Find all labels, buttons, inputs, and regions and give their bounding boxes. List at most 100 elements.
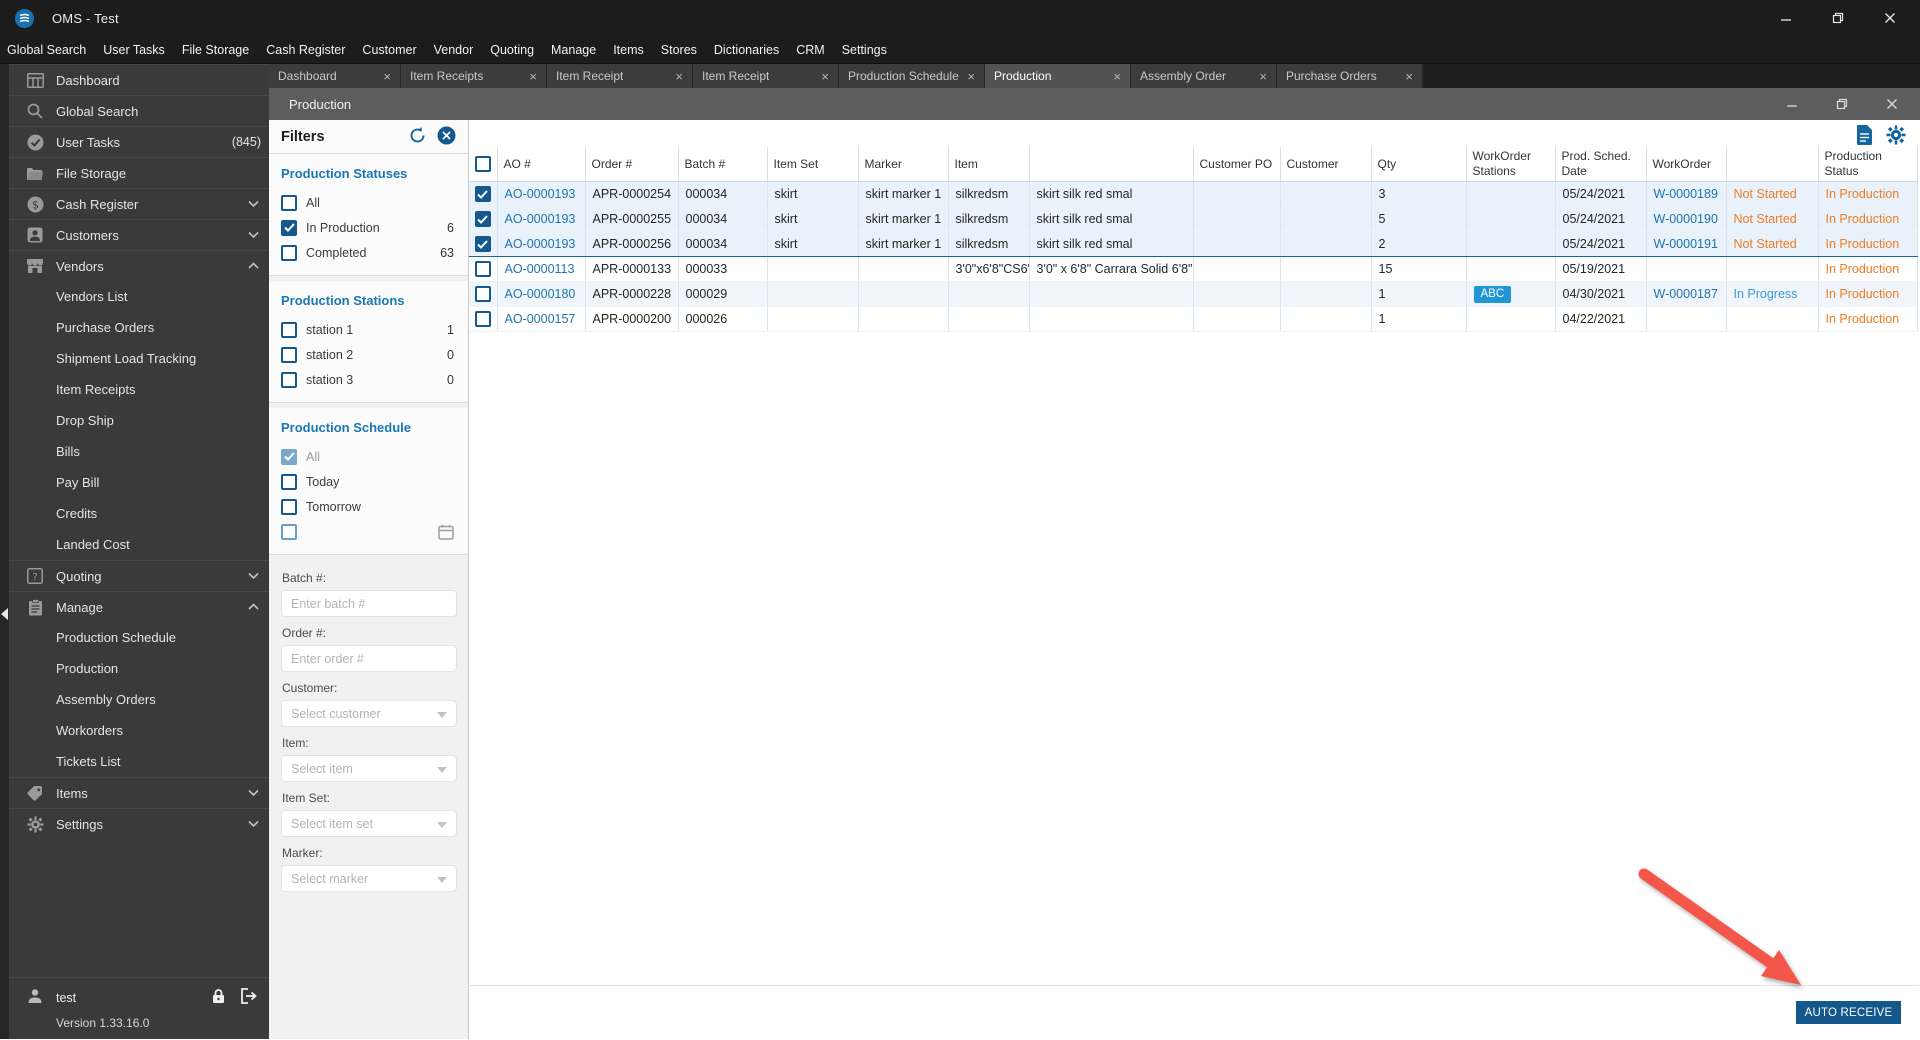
ao-number-link[interactable]: AO-0000157 [497,306,586,332]
workorder-link[interactable] [1646,306,1727,332]
chevron-down-icon[interactable] [248,200,259,208]
chevron-up-icon[interactable] [248,603,259,611]
menu-item-dictionaries[interactable]: Dictionaries [714,43,779,57]
menu-item-stores[interactable]: Stores [661,43,697,57]
inner-restore-icon[interactable] [1836,98,1848,110]
tab-close-icon[interactable]: × [1107,69,1121,84]
filter-option-station-1[interactable]: station 1 1 [281,317,456,342]
chevron-down-icon[interactable] [248,789,259,797]
inner-minimize-icon[interactable] [1786,98,1798,110]
row-checkbox[interactable] [474,236,491,252]
filter-option-station-3[interactable]: station 3 0 [281,367,456,392]
column-header-blank-14[interactable] [1726,147,1819,182]
tab-dashboard[interactable]: Dashboard × [269,64,401,88]
row-checkbox[interactable] [474,186,491,202]
menu-item-items[interactable]: Items [613,43,644,57]
tab-close-icon[interactable]: × [377,69,391,84]
restore-icon[interactable] [1832,12,1844,24]
filter-option-tomorrow[interactable]: Tomorrow [281,494,456,519]
checkbox[interactable] [281,498,297,515]
checkbox[interactable] [281,371,297,388]
sidebar-item-production[interactable]: Production [9,653,269,684]
logout-icon[interactable] [240,987,257,1009]
tab-purchase-orders[interactable]: Purchase Orders × [1277,64,1423,88]
sidebar-item-customers[interactable]: Customers [9,219,269,250]
row-checkbox[interactable] [474,261,491,277]
chevron-up-icon[interactable] [248,262,259,270]
tab-close-icon[interactable]: × [1253,69,1267,84]
chevron-down-icon[interactable] [248,231,259,239]
tab-item-receipt[interactable]: Item Receipt × [547,64,693,88]
checkbox[interactable] [281,523,297,540]
tab-close-icon[interactable]: × [961,69,975,84]
checkbox[interactable] [281,321,297,338]
menu-item-customer[interactable]: Customer [362,43,416,57]
filter-option-completed[interactable]: Completed 63 [281,240,456,265]
filter-option-all[interactable]: All [281,444,456,469]
column-header-order-[interactable]: Order # [585,147,679,182]
column-header-ao-[interactable]: AO # [497,147,586,182]
filter-option-in-production[interactable]: In Production 6 [281,215,456,240]
column-header-marker[interactable]: Marker [858,147,949,182]
column-header-batch-[interactable]: Batch # [678,147,768,182]
menu-item-global-search[interactable]: Global Search [7,43,86,57]
ao-number-link[interactable]: AO-0000180 [497,281,586,307]
workorder-link[interactable] [1646,256,1727,282]
tab-close-icon[interactable]: × [815,69,829,84]
sidebar-item-manage[interactable]: Manage [9,591,269,622]
marker-select[interactable]: Select marker [281,865,457,892]
close-icon[interactable] [1884,12,1896,24]
ao-number-link[interactable]: AO-0000113 [497,256,586,282]
order-input[interactable] [281,645,457,672]
item-select[interactable]: Select item [281,755,457,782]
menu-item-user-tasks[interactable]: User Tasks [103,43,165,57]
sidebar-item-tickets-list[interactable]: Tickets List [9,746,269,777]
sidebar-item-purchase-orders[interactable]: Purchase Orders [9,312,269,343]
tab-close-icon[interactable]: × [523,69,537,84]
sidebar-item-items[interactable]: Items [9,777,269,808]
customer-select[interactable]: Select customer [281,700,457,727]
export-document-icon[interactable] [1856,125,1873,150]
tab-close-icon[interactable]: × [1399,69,1413,84]
column-header-customer-po[interactable]: Customer PO [1193,147,1281,182]
checkbox[interactable] [281,346,297,363]
ao-number-link[interactable]: AO-0000193 [497,231,586,257]
ao-number-link[interactable]: AO-0000193 [497,181,586,207]
sidebar-item-user-tasks[interactable]: User Tasks (845) [9,126,269,157]
sidebar-item-item-receipts[interactable]: Item Receipts [9,374,269,405]
column-header-qty[interactable]: Qty [1371,147,1467,182]
sidebar-item-quoting[interactable]: ? Quoting [9,560,269,591]
row-checkbox[interactable] [474,211,491,227]
menu-item-crm[interactable]: CRM [796,43,824,57]
checkbox[interactable] [281,473,297,490]
header-checkbox[interactable] [474,156,491,172]
refresh-icon[interactable] [408,126,427,148]
column-header-customer[interactable]: Customer [1280,147,1372,182]
clear-filters-icon[interactable] [437,126,456,148]
chevron-down-icon[interactable] [248,572,259,580]
workorder-link[interactable]: W-0000187 [1646,281,1727,307]
menu-item-quoting[interactable]: Quoting [490,43,534,57]
filter-option-date[interactable] [281,519,456,544]
sidebar-item-pay-bill[interactable]: Pay Bill [9,467,269,498]
inner-close-icon[interactable] [1886,98,1898,110]
sidebar-item-workorders[interactable]: Workorders [9,715,269,746]
sidebar-item-shipment-load-tracking[interactable]: Shipment Load Tracking [9,343,269,374]
tab-production[interactable]: Production × [985,64,1131,88]
filter-option-today[interactable]: Today [281,469,456,494]
tab-item-receipt[interactable]: Item Receipt × [693,64,839,88]
column-header-item-set[interactable]: Item Set [767,147,859,182]
checkbox[interactable] [281,219,297,236]
sidebar-item-vendors-list[interactable]: Vendors List [9,281,269,312]
checkbox[interactable] [281,448,297,465]
column-header-blank-0[interactable] [469,147,498,182]
tab-item-receipts[interactable]: Item Receipts × [401,64,547,88]
filter-option-all[interactable]: All [281,190,456,215]
item-set-select[interactable]: Select item set [281,810,457,837]
column-header-item[interactable]: Item [948,147,1030,182]
lock-icon[interactable] [211,988,226,1009]
menu-item-cash-register[interactable]: Cash Register [266,43,345,57]
sidebar-item-settings[interactable]: Settings [9,808,269,839]
menu-item-file-storage[interactable]: File Storage [182,43,249,57]
sidebar-item-cash-register[interactable]: $ Cash Register [9,188,269,219]
